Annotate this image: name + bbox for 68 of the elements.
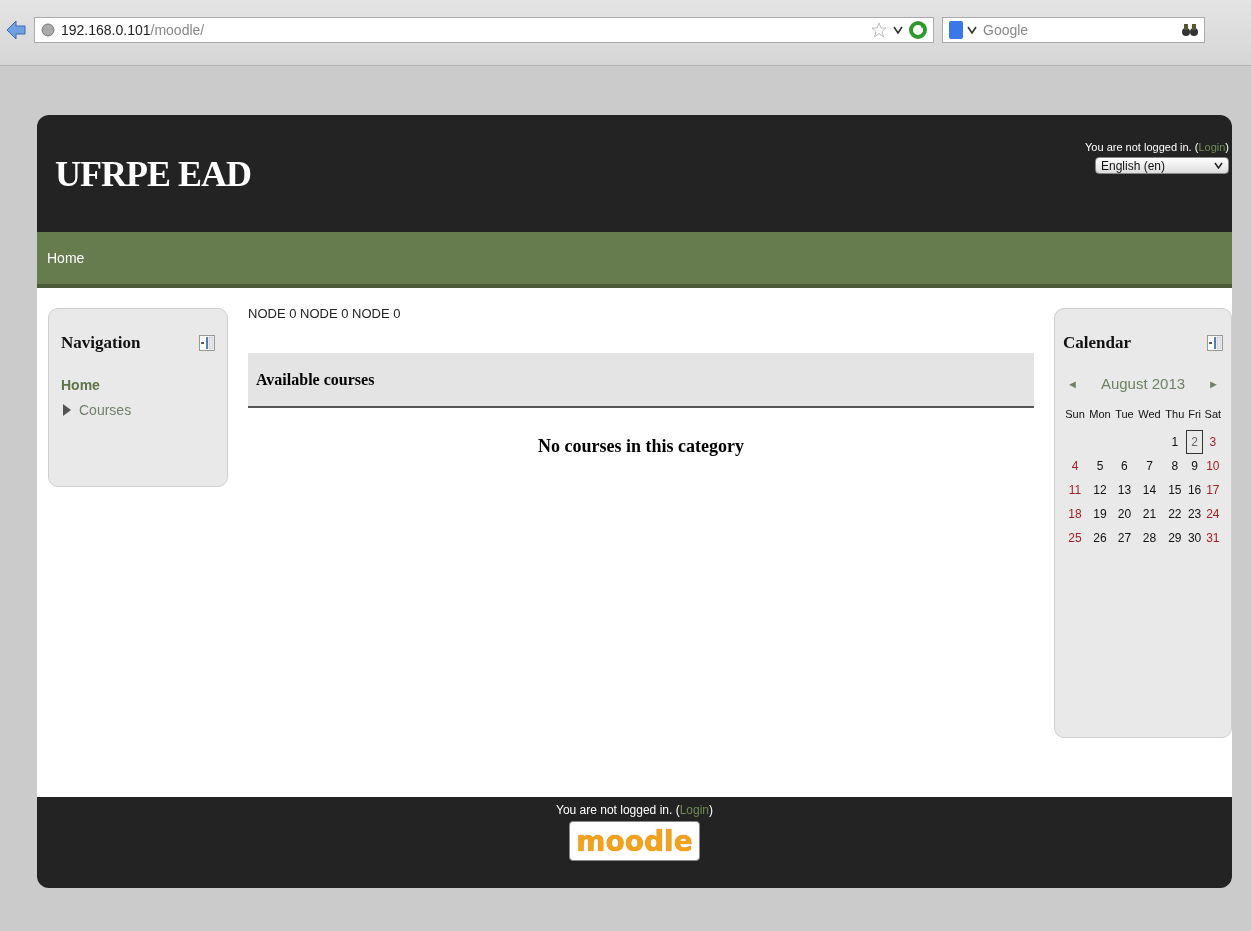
navigation-item[interactable]: Home (61, 377, 100, 393)
calendar-day[interactable]: 12 (1086, 478, 1114, 502)
calendar-day[interactable]: 10 (1202, 454, 1223, 478)
next-month-link[interactable]: ► (1208, 377, 1219, 390)
calendar-day[interactable]: 21 (1135, 502, 1164, 526)
calendar-day[interactable]: 28 (1135, 526, 1164, 550)
star-icon[interactable] (871, 21, 887, 38)
reload-icon[interactable] (909, 20, 927, 39)
calendar-day[interactable]: 31 (1202, 526, 1223, 550)
weekday-header: Mon (1088, 408, 1112, 422)
calendar-day[interactable]: 8 (1163, 454, 1187, 478)
calendar-day[interactable]: 11 (1063, 478, 1087, 502)
site-title[interactable]: UFRPE EAD (55, 152, 251, 195)
calendar-day[interactable]: 23 (1186, 502, 1203, 526)
calendar-day[interactable]: 24 (1202, 502, 1223, 526)
login-status: You are not logged in. (Login) (556, 803, 713, 817)
calendar-day[interactable]: 19 (1086, 502, 1114, 526)
calendar-day[interactable]: 9 (1186, 454, 1203, 478)
weekday-header: Wed (1137, 408, 1162, 422)
dock-icon[interactable] (199, 335, 215, 351)
chevron-icon[interactable] (967, 25, 977, 34)
calendar-day[interactable]: 14 (1135, 478, 1164, 502)
calendar-day[interactable]: 13 (1113, 478, 1136, 502)
chevron-icon (1214, 162, 1223, 169)
calendar-day[interactable]: 16 (1186, 478, 1203, 502)
calendar-day[interactable]: 27 (1113, 526, 1136, 550)
calendar-day[interactable]: 22 (1163, 502, 1187, 526)
calendar-day[interactable]: 15 (1163, 478, 1187, 502)
url-text: 192.168.0.101/moodle/ (61, 21, 205, 38)
search-field[interactable]: Google (942, 16, 1205, 43)
calendar-day[interactable]: 17 (1202, 478, 1223, 502)
nav-link[interactable]: Home (47, 250, 85, 266)
calendar-day[interactable]: 1 (1163, 430, 1187, 454)
month-title: August 2013 (1100, 375, 1186, 392)
weekday-header: Sun (1064, 408, 1086, 422)
calendar-day[interactable]: 26 (1086, 526, 1114, 550)
calendar-day[interactable]: 2 (1186, 430, 1203, 454)
login-link[interactable]: Login (1198, 141, 1226, 153)
weekday-header: Tue (1114, 408, 1135, 422)
calendar-day[interactable]: 30 (1186, 526, 1203, 550)
section-heading: Available courses (256, 370, 375, 389)
back-icon[interactable] (6, 18, 26, 41)
address-field[interactable]: 192.168.0.101/moodle/ (34, 16, 934, 43)
calendar-day[interactable]: 4 (1063, 454, 1087, 478)
collapsed-arrow-icon[interactable] (61, 404, 73, 416)
calendar-day[interactable]: 5 (1086, 454, 1114, 478)
breadcrumb: NODE 0 NODE 0 NODE 0 (248, 306, 402, 321)
calendar-day[interactable]: 25 (1063, 526, 1087, 550)
binoculars-icon[interactable] (1182, 22, 1198, 37)
weekday-header: Sat (1202, 408, 1223, 430)
calendar-day[interactable]: 20 (1113, 502, 1136, 526)
previous-month-link[interactable]: ◄ (1067, 377, 1078, 390)
login-status: You are not logged in. (Login) (1085, 141, 1229, 153)
empty-message: No courses in this category (538, 436, 744, 457)
login-link[interactable]: Login (679, 803, 709, 817)
language-select[interactable]: English (en) (1095, 157, 1229, 174)
chevron-icon[interactable] (893, 25, 903, 34)
block-title: Navigation (61, 333, 141, 353)
block-title: Calendar (1063, 333, 1131, 353)
weekday-header: Fri (1186, 408, 1203, 430)
calendar-day[interactable]: 6 (1113, 454, 1136, 478)
weekday-header: Thu (1163, 408, 1187, 430)
calendar-day[interactable]: 7 (1135, 454, 1164, 478)
navigation-item[interactable]: Courses (79, 402, 132, 418)
calendar-day[interactable]: 29 (1163, 526, 1187, 550)
calendar-day[interactable]: 3 (1202, 430, 1223, 454)
calendar-day[interactable]: 18 (1063, 502, 1087, 526)
dock-icon[interactable] (1207, 335, 1223, 351)
